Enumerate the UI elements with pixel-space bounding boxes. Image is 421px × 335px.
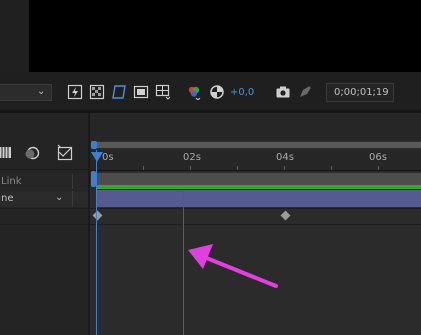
transparency-grid-icon[interactable]: [89, 84, 105, 100]
exposure-reset-icon[interactable]: [209, 84, 225, 100]
parent-link-column-label: Link: [1, 176, 22, 187]
property-row[interactable]: [90, 209, 421, 224]
region-of-interest-icon[interactable]: [133, 84, 149, 100]
work-area-bar[interactable]: [92, 142, 421, 148]
column-separator: [72, 191, 73, 207]
ruler-bottom-border: [90, 170, 421, 171]
layer-duration-bar[interactable]: [97, 190, 421, 207]
chevron-down-icon[interactable]: ⌄: [37, 85, 49, 99]
mask-visibility-icon[interactable]: [111, 84, 127, 100]
work-area-start-handle[interactable]: [91, 141, 97, 149]
render-cache-bar: [97, 185, 421, 189]
column-separator[interactable]: [72, 174, 73, 189]
ruler-label-0s: 0s: [102, 152, 114, 163]
row-divider: [0, 224, 421, 225]
current-time-indicator-head[interactable]: [91, 152, 103, 162]
graph-editor-icon[interactable]: [56, 144, 74, 162]
current-time-indicator-line[interactable]: [96, 150, 97, 335]
ruler-label-04s: 04s: [276, 152, 294, 163]
parent-dropdown-value: ne: [1, 193, 14, 204]
current-time-value: 0;00;01;19: [334, 87, 389, 98]
annotation-arrow-icon: [188, 244, 278, 288]
show-snapshot-icon[interactable]: [297, 84, 313, 100]
comp-flowchart-icon[interactable]: [0, 145, 14, 161]
chevron-down-icon[interactable]: ⌄: [55, 192, 63, 204]
header-separator: [0, 169, 88, 170]
exposure-value[interactable]: +0,0: [230, 86, 254, 100]
snapshot-camera-icon[interactable]: [275, 84, 291, 100]
ruler-label-06s: 06s: [369, 152, 387, 163]
composition-canvas: [29, 0, 421, 72]
composition-duration-bar: [97, 173, 421, 185]
ruler-label-02s: 02s: [183, 152, 201, 163]
color-channels-icon[interactable]: [186, 84, 202, 100]
guides-grid-icon[interactable]: [155, 84, 171, 100]
motion-blur-icon[interactable]: [24, 145, 40, 161]
fast-previews-icon[interactable]: [67, 84, 83, 100]
